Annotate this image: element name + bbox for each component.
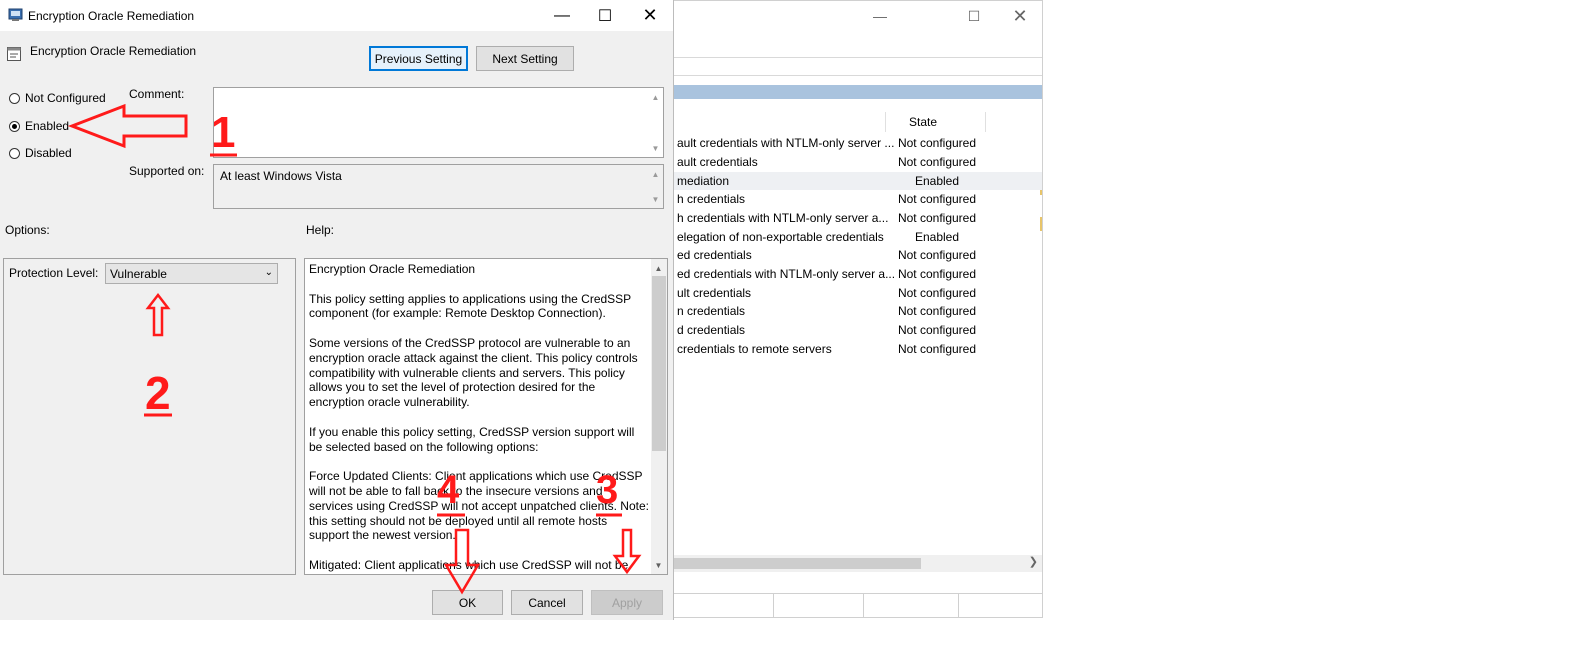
annotation-number: 2	[145, 367, 171, 419]
down-arrow-icon	[443, 528, 481, 595]
up-arrow-icon	[145, 292, 171, 337]
down-arrow-icon	[612, 528, 642, 575]
left-arrow-icon	[67, 103, 188, 149]
annotation-overlay	[67, 103, 642, 595]
annotation-number: 1	[211, 108, 236, 157]
annotation-number: 4	[437, 468, 460, 512]
annotation-number: 3	[596, 468, 619, 512]
